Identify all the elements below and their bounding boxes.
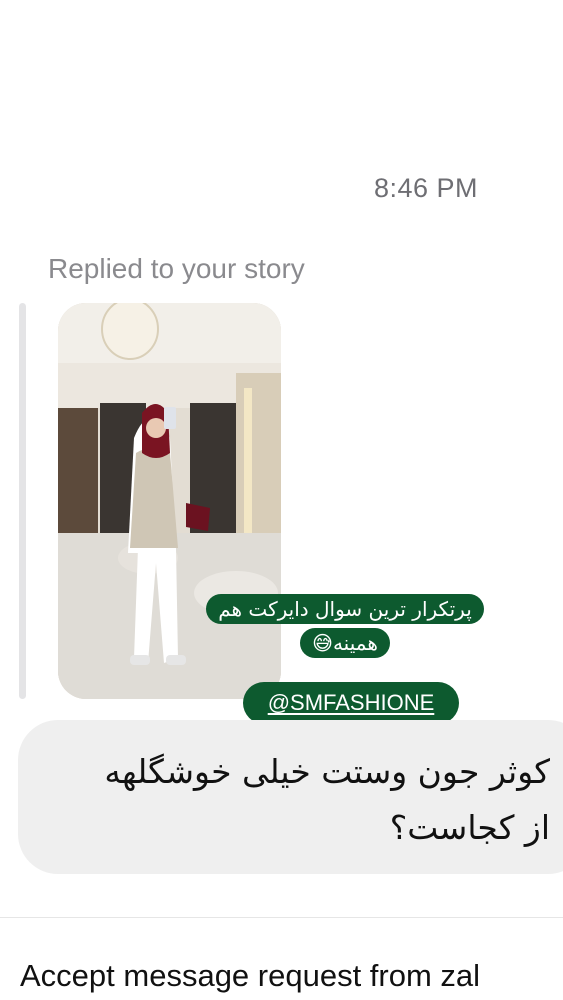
- message-timestamp: 8:46 PM: [374, 173, 479, 203]
- message-bubble[interactable]: کوثر جون وستت خیلی خوشگلهه از کجاست؟: [18, 720, 563, 874]
- story-caption: پرتکرار ترین سوال دایرکت هم همینه😅: [172, 592, 518, 660]
- story-mention-tag[interactable]: @SMFASHIONE: [243, 682, 459, 724]
- message-request-prompt: Accept message request from zal: [20, 958, 481, 993]
- chat-screen: 8:46 PM Replied to your story پرتکرار تر…: [0, 0, 563, 1000]
- message-text: کوثر جون وستت خیلی خوشگلهه از کجاست؟: [30, 744, 550, 856]
- divider: [0, 917, 563, 918]
- story-caption-line2: همینه😅: [300, 628, 390, 658]
- message-line1: کوثر جون وستت خیلی خوشگلهه: [104, 752, 550, 791]
- story-caption-line1: پرتکرار ترین سوال دایرکت هم: [206, 594, 484, 624]
- message-line2: از کجاست؟: [389, 808, 550, 847]
- reply-indicator-bar: [19, 303, 26, 699]
- replied-to-story-label: Replied to your story: [48, 253, 305, 284]
